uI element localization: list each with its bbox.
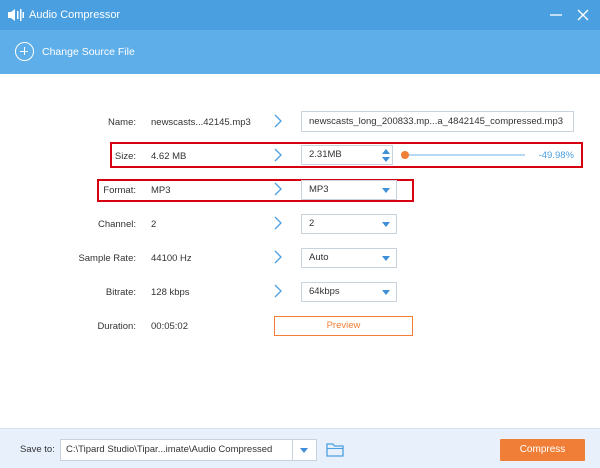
plus-circle-icon [15, 42, 34, 61]
chevron-right-icon [274, 148, 282, 162]
spin-up-icon[interactable] [382, 148, 390, 155]
bitrate-label: Bitrate: [105, 287, 136, 298]
spin-down-icon[interactable] [382, 156, 390, 163]
chevron-down-icon[interactable] [300, 448, 308, 453]
output-name-value: newscasts_long_200833.mp...a_4842145_com… [309, 116, 564, 127]
save-path-select[interactable]: C:\Tipard Studio\Tipar...imate\Audio Com… [60, 439, 317, 461]
source-sample-rate-value: 44100 Hz [151, 253, 192, 264]
sample-rate-dropdown[interactable]: Auto [301, 248, 397, 268]
source-format-value: MP3 [151, 185, 171, 196]
size-slider-track[interactable] [405, 154, 525, 156]
sample-rate-label: Sample Rate: [78, 253, 136, 264]
window-title: Audio Compressor [29, 9, 121, 21]
save-to-label: Save to: [20, 444, 55, 455]
bitrate-dropdown[interactable]: 64kbps [301, 282, 397, 302]
chevron-right-icon [274, 250, 282, 264]
preview-button[interactable]: Preview [274, 316, 413, 336]
size-percent: -49.98% [538, 150, 574, 161]
title-bar: Audio Compressor [0, 0, 600, 30]
minimize-icon[interactable] [547, 6, 565, 24]
toolbar: Change Source File [0, 30, 600, 74]
output-name-input[interactable]: newscasts_long_200833.mp...a_4842145_com… [301, 111, 574, 132]
compress-button[interactable]: Compress [500, 439, 585, 461]
chevron-down-icon [382, 222, 390, 227]
output-size-input[interactable]: 2.31MB [301, 145, 393, 165]
chevron-right-icon [274, 114, 282, 128]
duration-label: Duration: [97, 321, 136, 332]
format-label: Format: [103, 185, 136, 196]
source-channel-value: 2 [151, 219, 157, 230]
audio-compress-icon [8, 9, 24, 21]
source-name-value: newscasts...42145.mp3 [151, 117, 251, 128]
chevron-down-icon [382, 188, 390, 193]
name-label: Name: [108, 117, 136, 128]
source-duration-value: 00:05:02 [151, 321, 188, 332]
chevron-right-icon [274, 216, 282, 230]
format-selected: MP3 [309, 184, 329, 195]
channel-label: Channel: [97, 219, 136, 230]
source-size-value: 4.62 MB [151, 151, 187, 162]
chevron-down-icon [382, 256, 390, 261]
save-path-value: C:\Tipard Studio\Tipar...imate\Audio Com… [66, 444, 273, 455]
sample-rate-selected: Auto [309, 252, 329, 263]
source-bitrate-value: 128 kbps [151, 287, 190, 298]
channel-selected: 2 [309, 218, 315, 229]
path-divider [292, 440, 293, 460]
folder-icon[interactable] [326, 441, 344, 457]
footer-bar: Save to: C:\Tipard Studio\Tipar...imate\… [0, 428, 600, 468]
size-label: Size: [114, 151, 136, 162]
output-size-value: 2.31MB [309, 149, 342, 160]
size-slider-thumb[interactable] [401, 151, 409, 159]
chevron-right-icon [274, 284, 282, 298]
change-source-file-label: Change Source File [42, 45, 135, 58]
change-source-file-button[interactable]: Change Source File [15, 42, 135, 61]
close-icon[interactable] [574, 6, 592, 24]
format-dropdown[interactable]: MP3 [301, 180, 397, 200]
channel-dropdown[interactable]: 2 [301, 214, 397, 234]
chevron-down-icon [382, 290, 390, 295]
chevron-right-icon [274, 182, 282, 196]
bitrate-selected: 64kbps [309, 286, 340, 297]
